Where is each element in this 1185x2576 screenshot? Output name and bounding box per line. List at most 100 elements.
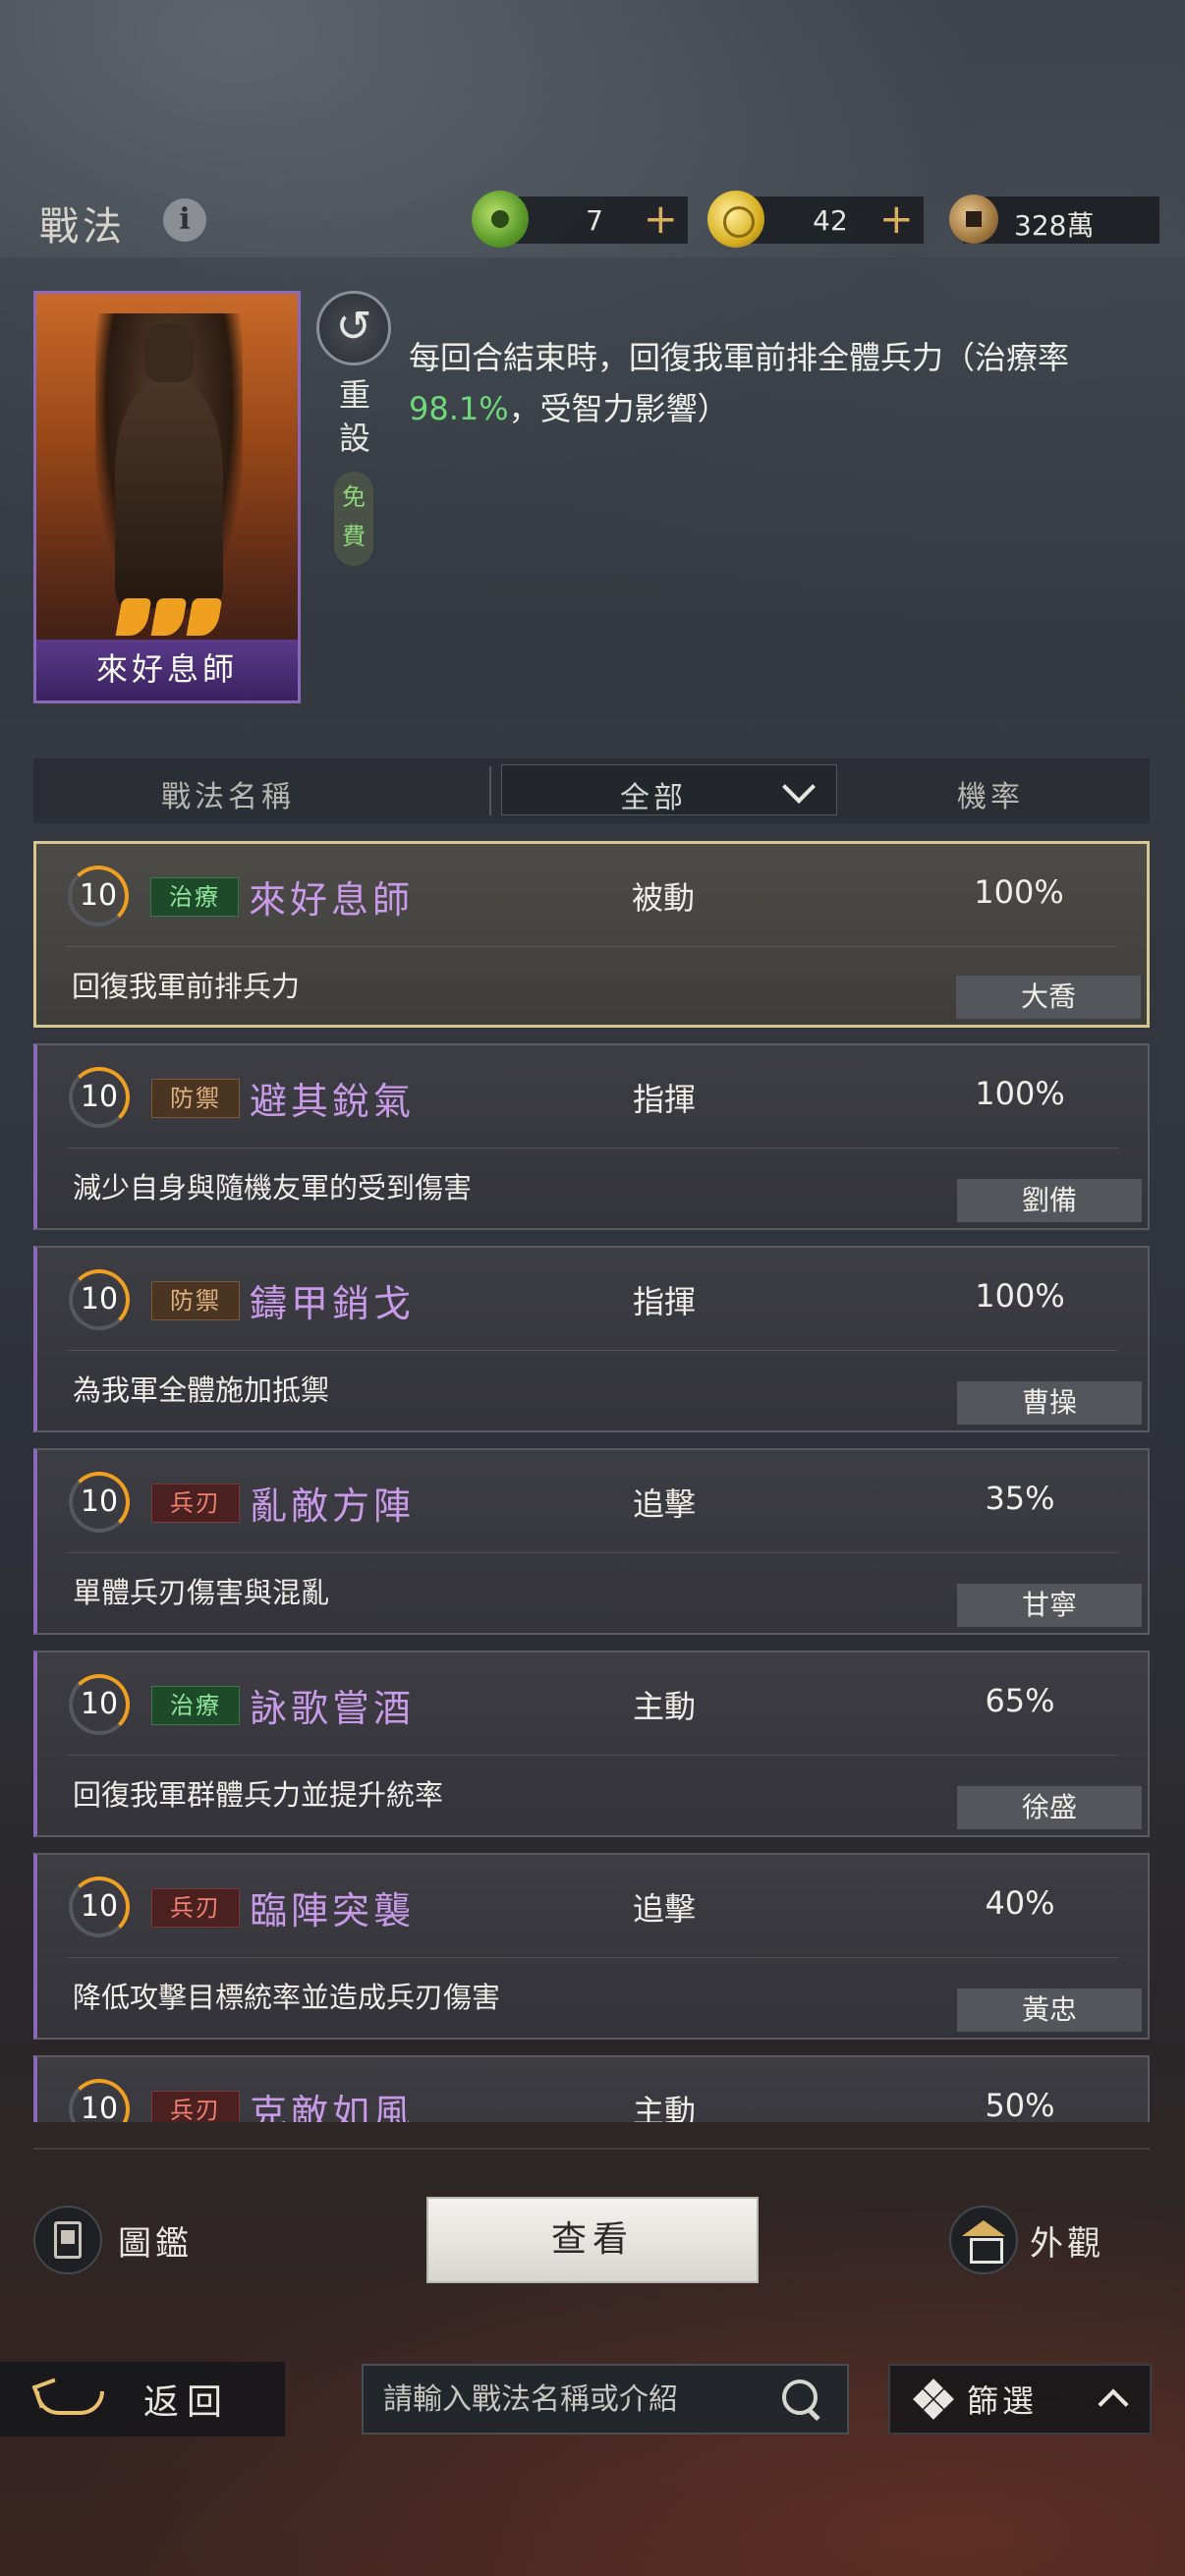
skill-rate: 35% — [985, 1480, 1055, 1517]
card-name: 來好息師 — [36, 640, 298, 700]
category-tag: 治療 — [150, 877, 239, 917]
level-badge: 10 — [69, 2079, 130, 2122]
skill-row[interactable]: 10 防禦 避其銳氣 指揮 100% 減少自身與隨機友軍的受到傷害 劉備 — [33, 1043, 1150, 1230]
category-tag: 兵刃 — [151, 1484, 240, 1523]
chevron-down-icon — [782, 770, 816, 804]
owner-badge: 大喬 — [956, 976, 1141, 1019]
divider — [489, 766, 491, 815]
rank-marks — [115, 598, 223, 638]
owner-badge: 劉備 — [957, 1179, 1142, 1222]
search-box[interactable] — [362, 2364, 849, 2435]
header: 戰法 i 7 + 42 + 328萬 — [0, 187, 1185, 255]
skill-name: 克敵如風 — [250, 2092, 416, 2122]
building-icon — [949, 2206, 1018, 2274]
atlas-button[interactable]: 圖鑑 — [33, 2205, 193, 2275]
column-name: 戰法名稱 — [161, 780, 295, 814]
category-dropdown[interactable]: 全部 — [501, 764, 837, 815]
appearance-label: 外觀 — [1030, 2223, 1104, 2264]
skill-row[interactable]: 10 兵刃 克敵如風 主動 50% — [33, 2055, 1150, 2122]
reset-label[interactable]: 重設 — [330, 373, 379, 460]
back-arrow-icon — [35, 2380, 104, 2419]
category-tag: 防禦 — [151, 1281, 240, 1320]
filter-label: 篩選 — [967, 2382, 1039, 2420]
copper-coin-icon — [949, 195, 998, 244]
skill-rate: 100% — [975, 1277, 1065, 1315]
skill-card[interactable]: 來好息師 — [33, 291, 301, 703]
heal-rate: 98.1% — [409, 390, 509, 427]
skill-name: 避其銳氣 — [250, 1080, 416, 1123]
skill-summary: 單體兵刃傷害與混亂 — [73, 1576, 330, 1609]
skill-type: 被動 — [632, 879, 696, 917]
gold-amount: 42 — [813, 204, 848, 237]
skill-summary: 為我軍全體施加抵禦 — [73, 1373, 330, 1407]
page-title: 戰法 — [39, 204, 126, 250]
search-icon[interactable] — [782, 2380, 821, 2419]
skill-summary: 減少自身與隨機友軍的受到傷害 — [73, 1171, 473, 1204]
skill-type: 主動 — [633, 1688, 697, 1725]
chevron-up-icon — [1098, 2388, 1129, 2420]
copper-amount: 328萬 — [1014, 209, 1095, 242]
appearance-button[interactable]: 外觀 — [949, 2205, 1104, 2275]
list-header: 戰法名稱 全部 機率 — [33, 758, 1150, 823]
category-tag: 治療 — [151, 1686, 240, 1725]
skill-row[interactable]: 10 治療 詠歌嘗酒 主動 65% 回復我軍群體兵力並提升統率 徐盛 — [33, 1651, 1150, 1837]
skill-row[interactable]: 10 兵刃 亂敵方陣 追擊 35% 單體兵刃傷害與混亂 甘寧 — [33, 1448, 1150, 1635]
skill-rate: 50% — [985, 2087, 1055, 2122]
level-badge: 10 — [69, 1674, 130, 1735]
book-icon — [33, 2206, 102, 2274]
skill-rate: 100% — [974, 873, 1064, 911]
gold-coin-icon — [707, 191, 764, 248]
owner-badge: 曹操 — [957, 1381, 1142, 1425]
info-icon[interactable]: i — [163, 198, 206, 242]
skill-row[interactable]: 10 防禦 鑄甲銷戈 指揮 100% 為我軍全體施加抵禦 曹操 — [33, 1246, 1150, 1432]
column-rate: 機率 — [957, 780, 1024, 814]
skill-name: 來好息師 — [249, 878, 415, 922]
free-badge: 免費 — [334, 472, 373, 566]
desc-text: 每回合結束時，回復我軍前排全體兵力（治療率 — [409, 339, 1070, 376]
back-button[interactable]: 返回 — [0, 2362, 285, 2436]
level-badge: 10 — [69, 1067, 130, 1128]
skill-rate: 65% — [985, 1682, 1055, 1719]
owner-badge: 黃忠 — [957, 1988, 1142, 2032]
divider — [67, 1350, 1118, 1351]
divider — [66, 946, 1117, 947]
warrior-illustration — [95, 313, 243, 618]
dropdown-value: 全部 — [620, 781, 687, 815]
skill-summary: 回復我軍前排兵力 — [72, 970, 301, 1003]
rank-mark-icon — [150, 598, 188, 636]
jade-coin-icon — [472, 191, 529, 248]
skill-rate: 100% — [975, 1075, 1065, 1112]
filter-button[interactable]: 篩選 — [888, 2364, 1152, 2435]
skill-summary: 降低攻擊目標統率並造成兵刃傷害 — [73, 1981, 501, 2014]
skill-list[interactable]: 10 治療 來好息師 被動 100% 回復我軍前排兵力 大喬 10 防禦 避其銳氣 指揮 100% 減少… — [33, 841, 1150, 2122]
skill-summary: 回復我軍群體兵力並提升統率 — [73, 1778, 444, 1812]
category-tag: 兵刃 — [151, 2091, 240, 2122]
divider — [67, 1552, 1118, 1553]
owner-badge: 徐盛 — [957, 1786, 1142, 1829]
currency-jade: 7 + — [472, 191, 688, 248]
atlas-label: 圖鑑 — [118, 2223, 193, 2264]
skill-type: 指揮 — [633, 1283, 697, 1320]
divider — [67, 1755, 1118, 1756]
add-jade-button[interactable]: + — [644, 196, 678, 242]
rank-mark-icon — [115, 598, 152, 636]
skill-name: 鑄甲銷戈 — [250, 1282, 416, 1325]
skill-name: 詠歌嘗酒 — [250, 1687, 416, 1730]
skill-description: 每回合結束時，回復我軍前排全體兵力（治療率 98.1%，受智力影響） — [409, 332, 1116, 434]
diamond-icon — [913, 2379, 954, 2420]
skill-type: 追擊 — [633, 1890, 697, 1928]
back-label: 返回 — [143, 2382, 231, 2423]
skill-row[interactable]: 10 兵刃 臨陣突襲 追擊 40% 降低攻擊目標統率並造成兵刃傷害 黃忠 — [33, 1853, 1150, 2040]
skill-name: 亂敵方陣 — [250, 1484, 416, 1528]
currency-gold: 42 + — [707, 191, 924, 248]
currency-copper: 328萬 — [949, 195, 1159, 244]
divider — [67, 1957, 1118, 1958]
search-input[interactable] — [383, 2378, 766, 2421]
reset-button[interactable]: ↺ — [316, 291, 391, 365]
add-gold-button[interactable]: + — [879, 196, 914, 242]
skill-row[interactable]: 10 治療 來好息師 被動 100% 回復我軍前排兵力 大喬 — [33, 841, 1150, 1028]
category-tag: 防禦 — [151, 1079, 240, 1118]
view-button[interactable]: 查看 — [426, 2197, 759, 2283]
skill-type: 主動 — [633, 2093, 697, 2122]
skill-type: 指揮 — [633, 1081, 697, 1118]
